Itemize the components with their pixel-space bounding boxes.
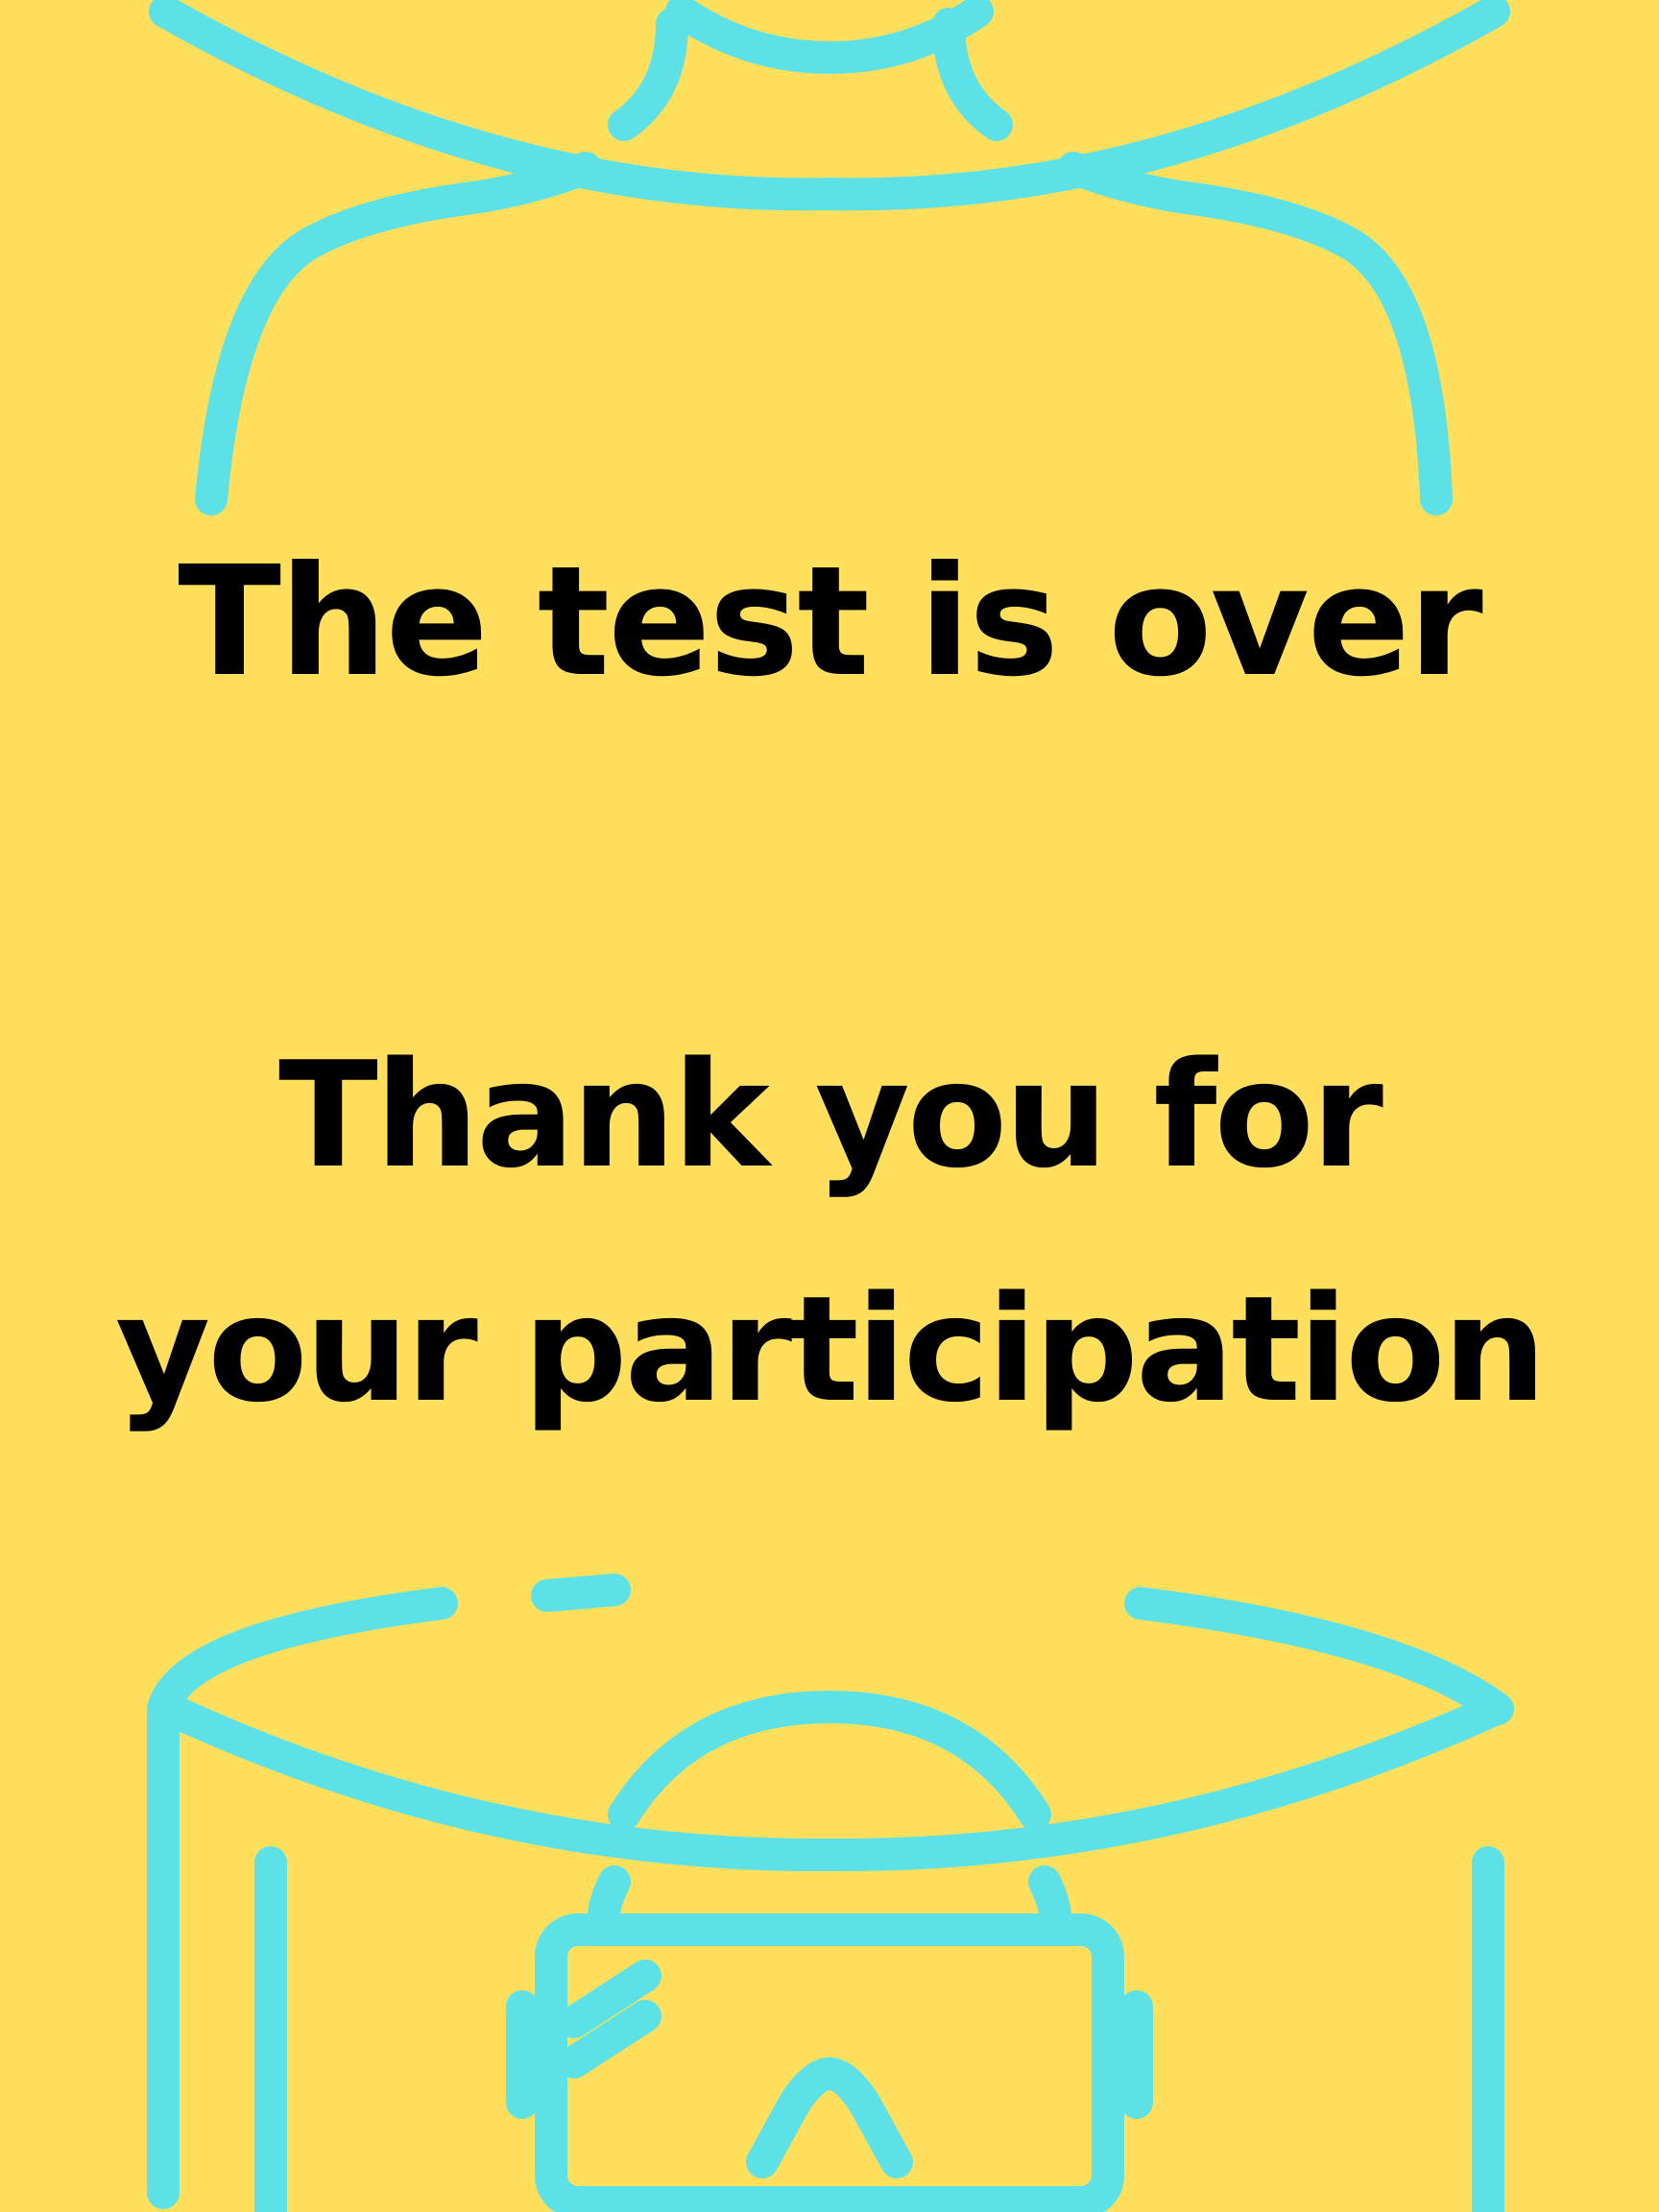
vr-headset-illustration-bottom — [147, 1574, 1514, 2212]
test-complete-screen: The test is over Thank you for your part… — [0, 0, 1659, 2212]
test-over-text: The test is over — [178, 534, 1483, 710]
vr-headset-illustration-top — [149, 0, 1510, 516]
thank-you-line-2: your participation — [115, 1264, 1547, 1434]
thank-you-message: Thank you for your participation — [0, 998, 1659, 1467]
test-over-heading: The test is over — [0, 526, 1659, 718]
thank-you-line-1: Thank you for — [278, 1030, 1383, 1200]
